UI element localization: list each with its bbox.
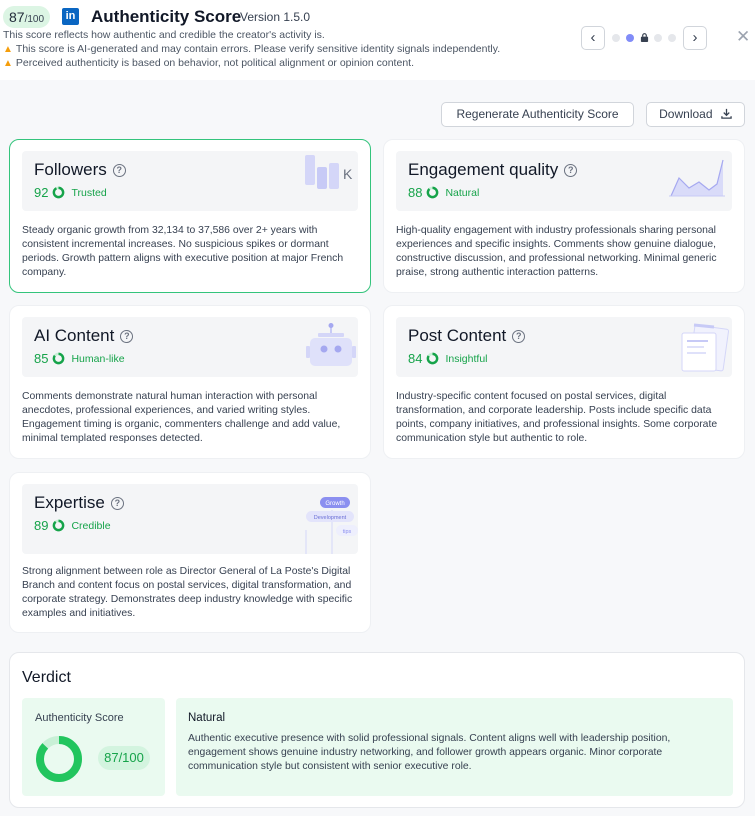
close-icon[interactable]: ✕: [736, 27, 750, 47]
card-description: Comments demonstrate natural human inter…: [22, 391, 341, 444]
card-title: Followers?: [34, 160, 126, 180]
score-ring-icon: [53, 519, 65, 532]
header-subtitle: This score reflects how authentic and cr…: [3, 29, 325, 41]
warning-icon: ▲: [3, 44, 13, 55]
followers-illustration-icon: K: [305, 155, 353, 189]
card-score-label: Natural: [445, 186, 480, 199]
tag-growth: Growth: [325, 501, 344, 507]
card-score-label: Trusted: [71, 186, 107, 199]
regenerate-button[interactable]: Regenerate Authenticity Score: [441, 102, 634, 127]
card-score-value: 92: [34, 185, 49, 200]
lock-icon: [640, 33, 649, 42]
ring-fill: [427, 186, 439, 199]
page-dot[interactable]: [612, 34, 620, 42]
warning-text: Perceived authenticity is based on behav…: [15, 57, 414, 69]
header: 87 /100 in Authenticity Score Version 1.…: [0, 0, 755, 80]
expertise-tags-illustration-icon: Growth Development tips: [305, 497, 358, 554]
help-icon[interactable]: ?: [564, 164, 578, 177]
illus-k-text: K: [343, 166, 353, 182]
score-badge-value: 87: [9, 9, 25, 25]
card-score: 89 Credible: [34, 518, 111, 533]
help-icon[interactable]: ?: [112, 164, 126, 177]
score-ring-icon: [53, 352, 65, 365]
card-header: Post Content? 84 Insightful: [396, 317, 732, 377]
page-dot-active[interactable]: [626, 34, 634, 42]
card-description: Steady organic growth from 32,134 to 37,…: [22, 225, 344, 278]
verdict-title: Verdict: [22, 669, 71, 686]
card-title: Engagement quality?: [408, 160, 578, 180]
card-description: Industry-specific content focused on pos…: [396, 391, 718, 444]
app-version: Version 1.5.0: [240, 10, 311, 24]
score-ring-icon: [427, 186, 439, 199]
ring-fill: [53, 519, 65, 532]
robot-illustration-icon: [306, 323, 356, 366]
engagement-chart-illustration-icon: [669, 159, 725, 197]
verdict-donut-chart: [36, 736, 82, 782]
card-expertise[interactable]: Expertise? 89 Credible Growth Developmen…: [9, 472, 371, 633]
warning-line-2: ▲ Perceived authenticity is based on beha…: [3, 57, 414, 69]
card-score-label: Human-like: [71, 352, 125, 365]
download-button[interactable]: Download: [646, 102, 745, 127]
score-badge: 87 /100: [3, 6, 51, 28]
tag-tips: tips: [343, 529, 352, 535]
score-ring-icon: [427, 352, 439, 365]
help-icon[interactable]: ?: [512, 330, 526, 343]
card-score-value: 89: [34, 518, 49, 533]
card-title: Post Content?: [408, 326, 526, 346]
card-engagement-quality[interactable]: Engagement quality? 88 Natural High-qual…: [383, 139, 745, 293]
help-icon[interactable]: ?: [110, 497, 124, 510]
ring-fill: [36, 736, 82, 782]
ring-fill: [53, 186, 65, 199]
card-score-label: Insightful: [445, 352, 488, 365]
linkedin-icon: in: [62, 8, 79, 25]
card-score-label: Credible: [71, 519, 111, 532]
help-icon[interactable]: ?: [120, 330, 134, 343]
score-ring-icon: [53, 186, 65, 199]
documents-illustration-icon: [681, 323, 729, 372]
warning-text: This score is AI-generated and may conta…: [15, 43, 501, 55]
score-badge-denominator: /100: [24, 14, 45, 25]
verdict-score-label: Authenticity Score: [35, 712, 124, 724]
card-post-content[interactable]: Post Content? 84 Insightful Industry-spe…: [383, 305, 745, 459]
card-score: 88 Natural: [408, 185, 479, 200]
card-score: 85 Human-like: [34, 351, 125, 366]
verdict-score-box: Authenticity Score 87/100: [22, 698, 165, 796]
card-followers[interactable]: Followers? 92 Trusted K Steady organic g…: [9, 139, 371, 293]
card-header: Expertise? 89 Credible Growth Developmen…: [22, 484, 358, 554]
card-description: High-quality engagement with industry pr…: [396, 225, 717, 278]
download-label: Download: [659, 107, 713, 121]
verdict-panel: Verdict Authenticity Score 87/100 Natura…: [9, 652, 745, 808]
warning-icon: ▲: [3, 58, 13, 69]
card-score: 84 Insightful: [408, 351, 488, 366]
card-header: Engagement quality? 88 Natural: [396, 151, 732, 211]
page-dot[interactable]: [668, 34, 676, 42]
verdict-category: Natural: [188, 712, 226, 724]
card-score-value: 85: [34, 351, 49, 366]
next-button[interactable]: ›: [683, 26, 707, 50]
prev-button[interactable]: ‹: [581, 26, 605, 50]
tag-development: Development: [314, 515, 347, 521]
verdict-text: Authentic executive presence with solid …: [188, 733, 671, 772]
card-title: AI Content?: [34, 326, 134, 346]
card-ai-content[interactable]: AI Content? 85 Human-like Comments demon…: [9, 305, 371, 459]
verdict-summary-box: Natural Authentic executive presence wit…: [176, 698, 733, 796]
verdict-score-value: 87/100: [98, 746, 150, 770]
card-description: Strong alignment between role as Directo…: [22, 566, 353, 619]
card-score-value: 88: [408, 185, 423, 200]
card-header: AI Content? 85 Human-like: [22, 317, 358, 377]
page-dot[interactable]: [654, 34, 662, 42]
card-score: 92 Trusted: [34, 185, 107, 200]
card-score-value: 84: [408, 351, 423, 366]
download-icon: [721, 108, 732, 119]
warning-line-1: ▲ This score is AI-generated and may cont…: [3, 43, 500, 55]
card-header: Followers? 92 Trusted K: [22, 151, 358, 211]
card-title: Expertise?: [34, 493, 124, 513]
app-title: Authenticity Score: [91, 7, 242, 26]
